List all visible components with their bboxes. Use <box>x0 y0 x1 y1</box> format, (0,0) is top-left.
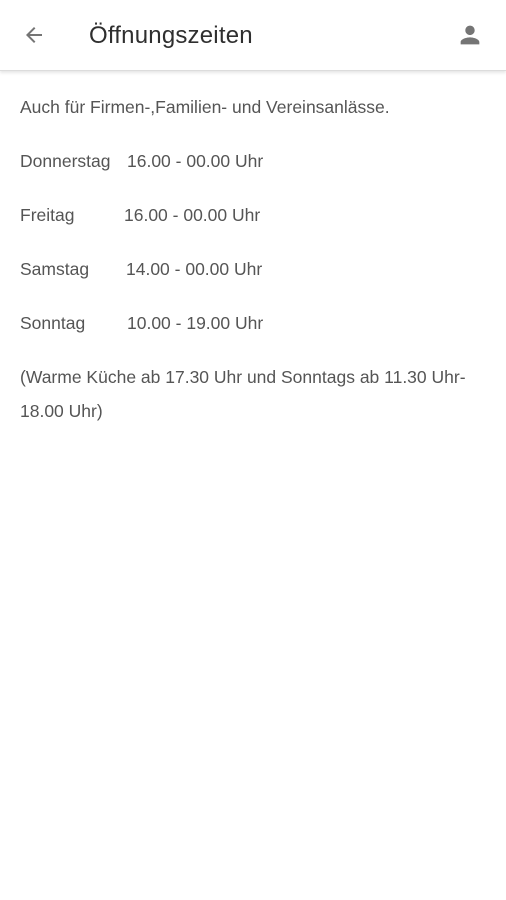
hours-row-samstag: Samstag 14.00 - 00.00 Uhr <box>20 252 490 286</box>
intro-text: Auch für Firmen-,Familien- und Vereinsan… <box>20 97 390 117</box>
hours-day: Freitag <box>20 205 75 225</box>
hours-row-donnerstag: Donnerstag 16.00 - 00.00 Uhr <box>20 144 490 178</box>
hours-time: 16.00 - 00.00 Uhr <box>127 151 264 171</box>
kitchen-hours-note: (Warme Küche ab 17.30 Uhr und Sonntags a… <box>20 367 466 421</box>
profile-button[interactable] <box>450 15 490 55</box>
page-title: Öffnungszeiten <box>89 22 253 49</box>
opening-hours-content: Auch für Firmen-,Familien- und Vereinsan… <box>20 90 490 428</box>
hours-day: Donnerstag <box>20 151 111 171</box>
hours-list: Donnerstag 16.00 - 00.00 Uhr Freitag 16.… <box>20 144 490 340</box>
back-button[interactable] <box>14 15 54 55</box>
hours-day: Samstag <box>20 259 90 279</box>
hours-time: 14.00 - 00.00 Uhr <box>126 259 263 279</box>
hours-row-sonntag: Sonntag 10.00 - 19.00 Uhr <box>20 306 490 340</box>
hours-time: 10.00 - 19.00 Uhr <box>127 313 264 333</box>
app-bar: Öffnungszeiten <box>0 0 506 71</box>
hours-day: Sonntag <box>20 313 86 333</box>
arrow-left-icon <box>22 23 46 47</box>
hours-time: 16.00 - 00.00 Uhr <box>124 205 261 225</box>
hours-row-freitag: Freitag 16.00 - 00.00 Uhr <box>20 198 490 232</box>
person-icon <box>456 21 484 49</box>
